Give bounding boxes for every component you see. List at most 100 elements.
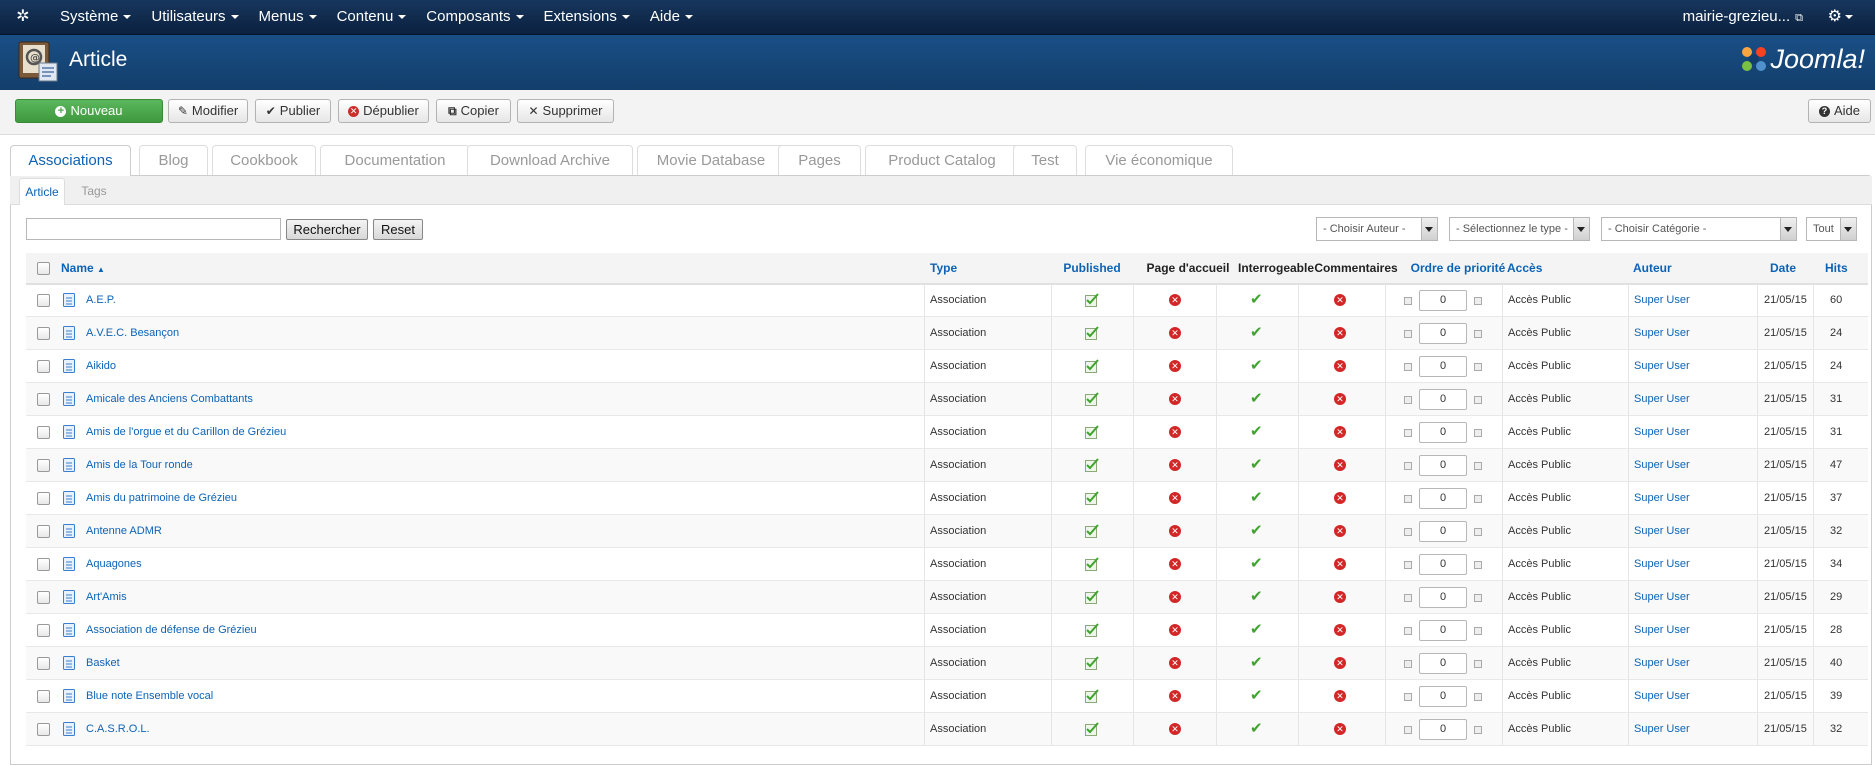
author-link[interactable]: Super User bbox=[1634, 690, 1690, 702]
row-checkbox[interactable] bbox=[37, 624, 50, 637]
priority-decrease-icon[interactable] bbox=[1404, 561, 1412, 569]
column-name[interactable]: Name ▲ bbox=[61, 253, 105, 283]
priority-increase-icon[interactable] bbox=[1474, 363, 1482, 371]
tab-vie-economique[interactable]: Vie économique bbox=[1085, 145, 1233, 175]
published-icon[interactable] bbox=[1085, 722, 1099, 736]
article-title-link[interactable]: Amis du patrimoine de Grézieu bbox=[86, 492, 237, 504]
searchable-check-icon[interactable]: ✔ bbox=[1250, 721, 1263, 737]
comments-disabled-icon[interactable]: ✕ bbox=[1334, 327, 1346, 339]
menu-contenu[interactable]: Contenu bbox=[327, 0, 417, 34]
article-title-link[interactable]: A.V.E.C. Besançon bbox=[86, 327, 179, 339]
menu-aide[interactable]: Aide bbox=[640, 0, 703, 34]
priority-input[interactable]: 0 bbox=[1419, 323, 1467, 344]
tab-pages[interactable]: Pages bbox=[778, 145, 861, 175]
searchable-check-icon[interactable]: ✔ bbox=[1250, 523, 1263, 539]
column-author[interactable]: Auteur bbox=[1633, 253, 1672, 283]
priority-decrease-icon[interactable] bbox=[1404, 429, 1412, 437]
menu-systeme[interactable]: Système bbox=[50, 0, 141, 34]
column-date[interactable]: Date bbox=[1770, 253, 1796, 283]
priority-increase-icon[interactable] bbox=[1474, 660, 1482, 668]
row-checkbox[interactable] bbox=[37, 393, 50, 406]
article-title-link[interactable]: C.A.S.R.O.L. bbox=[86, 723, 150, 735]
priority-increase-icon[interactable] bbox=[1474, 495, 1482, 503]
comments-disabled-icon[interactable]: ✕ bbox=[1334, 591, 1346, 603]
menu-utilisateurs[interactable]: Utilisateurs bbox=[141, 0, 248, 34]
searchable-check-icon[interactable]: ✔ bbox=[1250, 655, 1263, 671]
column-hits[interactable]: Hits bbox=[1825, 253, 1848, 283]
comments-disabled-icon[interactable]: ✕ bbox=[1334, 690, 1346, 702]
tab-cookbook[interactable]: Cookbook bbox=[212, 145, 316, 175]
author-link[interactable]: Super User bbox=[1634, 492, 1690, 504]
type-select[interactable]: - Sélectionnez le type - bbox=[1449, 217, 1590, 241]
article-title-link[interactable]: Amis de l'orgue et du Carillon de Grézie… bbox=[86, 426, 286, 438]
priority-increase-icon[interactable] bbox=[1474, 429, 1482, 437]
priority-decrease-icon[interactable] bbox=[1404, 297, 1412, 305]
priority-input[interactable]: 0 bbox=[1419, 422, 1467, 443]
row-checkbox[interactable] bbox=[37, 492, 50, 505]
priority-decrease-icon[interactable] bbox=[1404, 462, 1412, 470]
home-disabled-icon[interactable]: ✕ bbox=[1169, 690, 1181, 702]
priority-decrease-icon[interactable] bbox=[1404, 495, 1412, 503]
author-link[interactable]: Super User bbox=[1634, 624, 1690, 636]
priority-input[interactable]: 0 bbox=[1419, 455, 1467, 476]
menu-menus[interactable]: Menus bbox=[249, 0, 327, 34]
comments-disabled-icon[interactable]: ✕ bbox=[1334, 657, 1346, 669]
row-checkbox[interactable] bbox=[37, 657, 50, 670]
comments-disabled-icon[interactable]: ✕ bbox=[1334, 723, 1346, 735]
delete-button[interactable]: ✕ Supprimer bbox=[517, 99, 614, 123]
row-checkbox[interactable] bbox=[37, 525, 50, 538]
searchable-check-icon[interactable]: ✔ bbox=[1250, 490, 1263, 506]
publish-button[interactable]: ✔ Publier bbox=[255, 99, 331, 123]
home-disabled-icon[interactable]: ✕ bbox=[1169, 426, 1181, 438]
article-title-link[interactable]: Blue note Ensemble vocal bbox=[86, 690, 213, 702]
copy-button[interactable]: ⧉ Copier bbox=[436, 99, 511, 123]
home-disabled-icon[interactable]: ✕ bbox=[1169, 393, 1181, 405]
priority-increase-icon[interactable] bbox=[1474, 297, 1482, 305]
select-all-checkbox[interactable] bbox=[37, 262, 50, 275]
home-disabled-icon[interactable]: ✕ bbox=[1169, 591, 1181, 603]
priority-increase-icon[interactable] bbox=[1474, 594, 1482, 602]
priority-input[interactable]: 0 bbox=[1419, 620, 1467, 641]
home-disabled-icon[interactable]: ✕ bbox=[1169, 525, 1181, 537]
priority-input[interactable]: 0 bbox=[1419, 653, 1467, 674]
subtab-article[interactable]: Article bbox=[19, 178, 65, 205]
searchable-check-icon[interactable]: ✔ bbox=[1250, 391, 1263, 407]
searchable-check-icon[interactable]: ✔ bbox=[1250, 622, 1263, 638]
author-select[interactable]: - Choisir Auteur - bbox=[1316, 217, 1438, 241]
priority-input[interactable]: 0 bbox=[1419, 521, 1467, 542]
author-link[interactable]: Super User bbox=[1634, 558, 1690, 570]
comments-disabled-icon[interactable]: ✕ bbox=[1334, 492, 1346, 504]
priority-input[interactable]: 0 bbox=[1419, 356, 1467, 377]
published-icon[interactable] bbox=[1085, 491, 1099, 505]
row-checkbox[interactable] bbox=[37, 591, 50, 604]
author-link[interactable]: Super User bbox=[1634, 459, 1690, 471]
priority-decrease-icon[interactable] bbox=[1404, 528, 1412, 536]
published-icon[interactable] bbox=[1085, 326, 1099, 340]
searchable-check-icon[interactable]: ✔ bbox=[1250, 589, 1263, 605]
priority-decrease-icon[interactable] bbox=[1404, 726, 1412, 734]
new-button[interactable]: + Nouveau bbox=[15, 99, 163, 123]
article-title-link[interactable]: Antenne ADMR bbox=[86, 525, 162, 537]
tab-test[interactable]: Test bbox=[1013, 145, 1077, 175]
published-icon[interactable] bbox=[1085, 524, 1099, 538]
priority-decrease-icon[interactable] bbox=[1404, 660, 1412, 668]
column-type[interactable]: Type bbox=[930, 253, 957, 283]
published-icon[interactable] bbox=[1085, 293, 1099, 307]
priority-input[interactable]: 0 bbox=[1419, 389, 1467, 410]
home-disabled-icon[interactable]: ✕ bbox=[1169, 657, 1181, 669]
published-icon[interactable] bbox=[1085, 359, 1099, 373]
author-link[interactable]: Super User bbox=[1634, 657, 1690, 669]
published-icon[interactable] bbox=[1085, 425, 1099, 439]
author-link[interactable]: Super User bbox=[1634, 525, 1690, 537]
home-disabled-icon[interactable]: ✕ bbox=[1169, 327, 1181, 339]
home-disabled-icon[interactable]: ✕ bbox=[1169, 360, 1181, 372]
comments-disabled-icon[interactable]: ✕ bbox=[1334, 558, 1346, 570]
priority-increase-icon[interactable] bbox=[1474, 330, 1482, 338]
author-link[interactable]: Super User bbox=[1634, 294, 1690, 306]
priority-increase-icon[interactable] bbox=[1474, 528, 1482, 536]
reset-button[interactable]: Reset bbox=[373, 219, 423, 240]
comments-disabled-icon[interactable]: ✕ bbox=[1334, 393, 1346, 405]
home-disabled-icon[interactable]: ✕ bbox=[1169, 723, 1181, 735]
search-input[interactable] bbox=[26, 218, 281, 240]
edit-button[interactable]: ✎ Modifier bbox=[168, 99, 248, 123]
